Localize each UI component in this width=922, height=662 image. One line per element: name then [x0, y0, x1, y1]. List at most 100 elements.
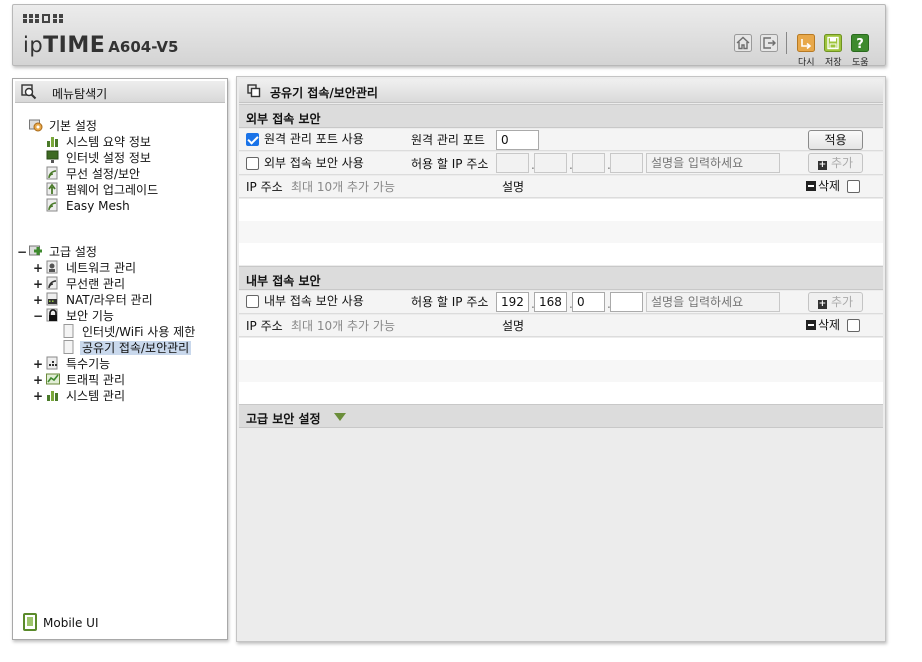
external-add-button[interactable]: + 추가: [808, 153, 863, 173]
monitor-icon: [46, 150, 59, 163]
triangle-down-icon[interactable]: [334, 413, 346, 421]
external-security-row: 외부 접속 보안 사용 허용 할 IP 주소 . . . +추가: [239, 152, 883, 175]
tree-traffic-management[interactable]: 트래픽 관리: [46, 372, 127, 388]
brand-logo: ipTIME A604-V5: [23, 33, 178, 58]
page-icon: [63, 340, 74, 354]
expand-toggle-system[interactable]: +: [33, 388, 43, 404]
internal-delete-all-checkbox[interactable]: [847, 319, 860, 332]
external-table-empty-row: [239, 243, 883, 265]
collapse-toggle-advanced[interactable]: −: [17, 244, 27, 260]
tree-advanced-settings[interactable]: 고급 설정: [29, 244, 99, 260]
reload-button[interactable]: [797, 34, 815, 52]
remote-port-label: 원격 관리 포트: [411, 133, 485, 147]
external-desc-header: 설명: [502, 180, 525, 194]
internal-ip-octet-2[interactable]: [534, 292, 567, 312]
advanced-security-title: 고급 보안 설정: [246, 412, 321, 426]
tree-special-functions[interactable]: 특수기능: [46, 356, 112, 372]
window-copy-icon: [247, 84, 261, 101]
external-ip-octet-3[interactable]: [572, 153, 605, 173]
main-panel: 공유기 접속/보안관리 외부 접속 보안 원격 관리 포트 사용 원격 관리 포…: [236, 76, 886, 642]
logo-dots: [23, 14, 67, 24]
internal-table-empty-row: [239, 382, 883, 404]
internal-delete-header[interactable]: 삭제: [806, 318, 840, 332]
external-table-empty-row: [239, 199, 883, 221]
tree-wireless-security[interactable]: 무선 설정/보안: [46, 166, 142, 182]
brand-time: TIME: [43, 33, 106, 58]
expand-toggle-traffic[interactable]: +: [33, 372, 43, 388]
network-icon: [46, 260, 58, 274]
tree-system-summary[interactable]: 시스템 요약 정보: [46, 134, 153, 150]
external-ip-octet-1[interactable]: [496, 153, 529, 173]
tree-wireless-management-label: 무선랜 관리: [66, 277, 126, 291]
apply-button[interactable]: 적용: [808, 130, 863, 150]
menu-explorer-header: 메뉴탐색기: [15, 81, 225, 103]
external-add-label: 추가: [830, 156, 854, 170]
internal-ip-octet-4[interactable]: [610, 292, 643, 312]
reload-label: 다시: [798, 58, 815, 68]
external-security-title: 외부 접속 보안: [246, 112, 321, 126]
tree-easy-mesh[interactable]: Easy Mesh: [46, 198, 132, 214]
remote-port-checkbox-label: 원격 관리 포트 사용: [264, 132, 364, 146]
collapse-toggle-security[interactable]: −: [33, 308, 43, 324]
internal-add-button[interactable]: + 추가: [808, 292, 863, 312]
internal-ip-header: IP 주소: [246, 319, 283, 333]
external-ip-octet-4[interactable]: [610, 153, 643, 173]
external-delete-header[interactable]: 삭제: [806, 179, 840, 193]
minus-icon: [806, 320, 816, 330]
header-bar: ipTIME A604-V5 다시 저장 ? 도움: [12, 4, 886, 68]
external-table-empty-row: [239, 221, 883, 243]
mesh-wifi-icon: [46, 198, 58, 212]
special-icon: [46, 356, 58, 370]
expand-toggle-special[interactable]: +: [33, 356, 43, 372]
internal-description-input[interactable]: [646, 292, 780, 312]
mobile-phone-icon: [23, 613, 37, 631]
help-button[interactable]: ?: [851, 34, 869, 52]
tree-internet-info[interactable]: 인터넷 설정 정보: [46, 150, 153, 166]
bar-chart-icon: [47, 137, 58, 147]
external-ip-octet-2[interactable]: [534, 153, 567, 173]
internal-security-checkbox-label: 내부 접속 보안 사용: [264, 294, 364, 308]
external-security-header: 외부 접속 보안: [239, 104, 883, 128]
tree-network-management[interactable]: 네트워크 관리: [46, 260, 138, 276]
tree-firmware-upgrade[interactable]: 펌웨어 업그레이드: [46, 182, 160, 198]
tree-internet-wifi-restriction-label: 인터넷/WiFi 사용 제한: [82, 325, 196, 339]
internal-table-empty-row: [239, 338, 883, 360]
internal-ip-octet-1[interactable]: [496, 292, 529, 312]
tree-security-function-label: 보안 기능: [66, 309, 114, 323]
internal-ip-octet-3[interactable]: [572, 292, 605, 312]
tree-internet-wifi-restriction[interactable]: 인터넷/WiFi 사용 제한: [62, 324, 197, 340]
expand-toggle-network[interactable]: +: [33, 260, 43, 276]
tree-basic-settings[interactable]: 기본 설정: [29, 118, 99, 134]
tree-wireless-management[interactable]: 무선랜 관리: [46, 276, 127, 292]
mobile-ui-link[interactable]: Mobile UI: [23, 613, 99, 631]
tree-nat-router[interactable]: NAT/라우터 관리: [46, 292, 155, 308]
home-icon[interactable]: [734, 34, 752, 52]
tree-security-function[interactable]: 보안 기능: [46, 308, 116, 324]
router-icon: [46, 292, 58, 306]
tree-system-management[interactable]: 시스템 관리: [46, 388, 127, 404]
remote-port-input[interactable]: [496, 130, 539, 150]
advanced-security-header[interactable]: 고급 보안 설정: [239, 404, 883, 428]
internal-table-header: IP 주소 최대 10개 추가 가능 설명 삭제: [239, 315, 883, 337]
tree-router-access-security[interactable]: 공유기 접속/보안관리: [62, 340, 192, 356]
external-delete-all-checkbox[interactable]: [847, 180, 860, 193]
traffic-icon: [46, 373, 60, 385]
internal-add-label: 추가: [830, 295, 854, 309]
internal-security-header: 내부 접속 보안: [239, 266, 883, 290]
tree-traffic-management-label: 트래픽 관리: [66, 373, 126, 387]
main-panel-header: 공유기 접속/보안관리: [239, 79, 883, 103]
external-security-checkbox[interactable]: [246, 157, 259, 170]
internal-table-empty-row: [239, 360, 883, 382]
external-description-input[interactable]: [646, 153, 780, 173]
internal-security-checkbox[interactable]: [246, 295, 259, 308]
tree-network-management-label: 네트워크 관리: [66, 261, 137, 275]
expand-toggle-wireless[interactable]: +: [33, 276, 43, 292]
save-button[interactable]: [824, 34, 842, 52]
logout-icon[interactable]: [760, 34, 778, 52]
tree-router-access-security-label: 공유기 접속/보안관리: [80, 341, 192, 355]
model-name: A604-V5: [108, 38, 179, 56]
expand-toggle-nat[interactable]: +: [33, 292, 43, 308]
remote-port-row: 원격 관리 포트 사용 원격 관리 포트 적용: [239, 129, 883, 151]
remote-port-checkbox[interactable]: [246, 133, 259, 146]
external-delete-label: 삭제: [818, 179, 841, 193]
